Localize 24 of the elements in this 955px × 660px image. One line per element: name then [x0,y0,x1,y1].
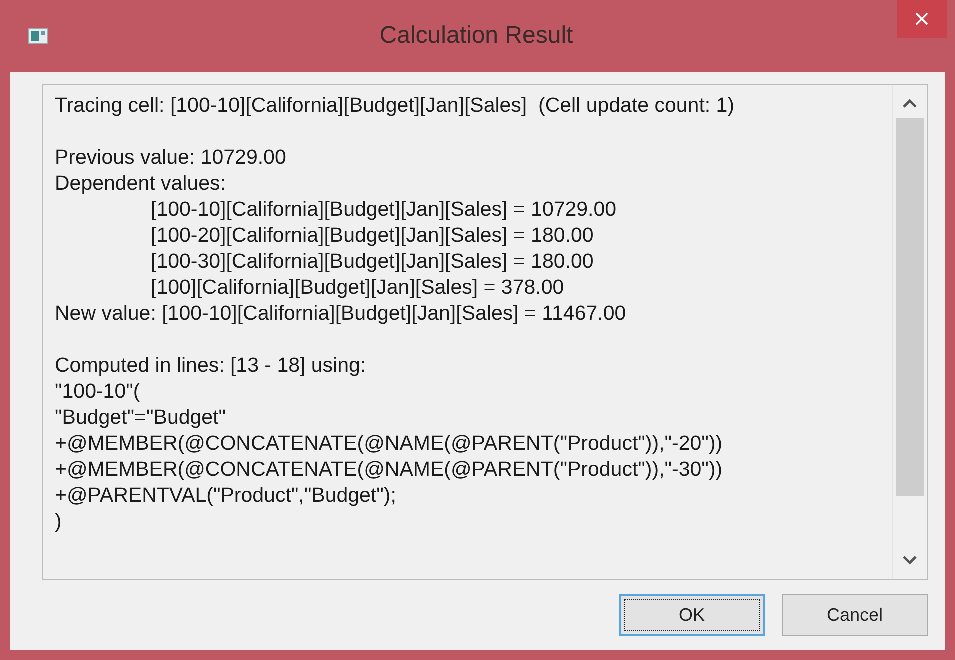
cancel-button[interactable]: Cancel [782,594,928,636]
text-line: +@MEMBER(@CONCATENATE(@NAME(@PARENT("Product")),"-30")) [55,457,724,483]
window-title: Calculation Result [378,22,574,50]
scroll-up-icon[interactable] [903,99,917,108]
close-button[interactable]: × [897,0,947,38]
scroll-down-icon[interactable] [903,556,917,565]
scrollbar-thumb[interactable] [896,118,924,496]
text-line: "100-10"( [55,379,142,405]
text-line: [100-10][California][Budget][Jan][Sales] = 10729.00 [151,197,618,223]
text-line: [100-20][California][Budget][Jan][Sales] = 180.00 [151,223,595,249]
text-line: Previous value: 10729.00 [55,145,288,171]
window-icon [28,28,48,44]
text-line: ) [55,509,63,535]
text-line: +@PARENTVAL("Product","Budget"); [55,483,398,509]
text-line: [100][California][Budget][Jan][Sales] = 378.00 [151,275,566,301]
ok-button[interactable]: OK [619,594,765,636]
text-line: Computed in lines: [13 - 18] using: [55,353,368,379]
text-line: Dependent values: [55,171,227,197]
text-line: New value: [100-10][California][Budget][Jan][Sales] = 11467.00 [55,301,628,327]
vertical-scrollbar[interactable] [892,85,927,579]
text-line: Tracing cell: [100-10][California][Budget][Jan][Sales] (Cell update count: 1) [55,93,736,119]
text-line: "Budget"="Budget" [55,405,228,431]
text-line: +@MEMBER(@CONCATENATE(@NAME(@PARENT("Product")),"-20")) [55,431,724,457]
text-line: [100-30][California][Budget][Jan][Sales] = 180.00 [151,249,595,275]
